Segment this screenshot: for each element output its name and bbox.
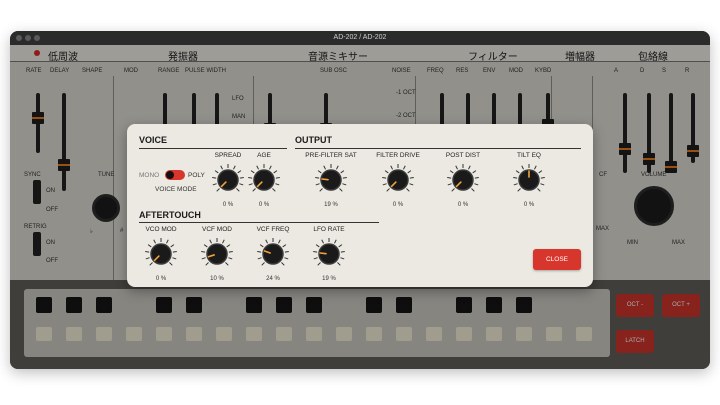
knob-label-age: AGE <box>257 152 271 159</box>
knob-label-lfo-rate: LFO RATE <box>313 226 345 233</box>
aftertouch-title: AFTERTOUCH <box>139 210 201 220</box>
knob-label-tilt-eq: TILT EQ <box>517 152 541 159</box>
knob-value-filter-drive: 0 % <box>392 202 404 208</box>
knob-value-spread: 0 % <box>222 202 234 208</box>
knob-value-post-dist: 0 % <box>457 202 469 208</box>
poly-label: POLY <box>188 172 205 179</box>
knob-vcf-freq[interactable] <box>255 236 291 272</box>
knob-lfo-rate[interactable] <box>311 236 347 272</box>
voice-divider <box>139 148 287 149</box>
knob-value-vcf-freq: 24 % <box>266 276 280 282</box>
knob-post-dist[interactable] <box>445 162 481 198</box>
close-button[interactable]: CLOSE <box>533 249 581 270</box>
knob-value-age: 0 % <box>258 202 270 208</box>
knob-value-vco-mod: 0 % <box>155 276 167 282</box>
output-divider <box>295 148 581 149</box>
knob-value-lfo-rate: 19 % <box>322 276 336 282</box>
knob-label-pre-filter-sat: PRE-FILTER SAT <box>305 152 357 159</box>
knob-label-filter-drive: FILTER DRIVE <box>376 152 420 159</box>
settings-dialog: VOICE OUTPUT AFTERTOUCH MONO POLY VOICE … <box>127 124 593 287</box>
window-title: AD-202 / AD-202 <box>333 34 387 41</box>
knob-value-pre-filter-sat: 19 % <box>324 202 338 208</box>
knob-value-tilt-eq: 0 % <box>523 202 535 208</box>
knob-filter-drive[interactable] <box>380 162 416 198</box>
voice-mode-label: VOICE MODE <box>155 186 197 193</box>
window-close-dot[interactable] <box>16 35 22 41</box>
aftertouch-divider <box>139 222 379 223</box>
knob-vco-mod[interactable] <box>143 236 179 272</box>
knob-age[interactable] <box>246 162 282 198</box>
mono-label: MONO <box>139 172 160 179</box>
knob-pre-filter-sat[interactable] <box>313 162 349 198</box>
knob-label-post-dist: POST DIST <box>445 152 481 159</box>
knob-spread[interactable] <box>210 162 246 198</box>
output-title: OUTPUT <box>295 135 332 145</box>
voice-mode-toggle[interactable] <box>165 170 185 180</box>
knob-vcf-mod[interactable] <box>199 236 235 272</box>
window-minimize-dot[interactable] <box>25 35 31 41</box>
knob-tilt-eq[interactable] <box>511 162 547 198</box>
knob-value-vcf-mod: 10 % <box>210 276 224 282</box>
title-bar: AD-202 / AD-202 <box>10 31 710 45</box>
window-zoom-dot[interactable] <box>34 35 40 41</box>
voice-title: VOICE <box>139 135 168 145</box>
